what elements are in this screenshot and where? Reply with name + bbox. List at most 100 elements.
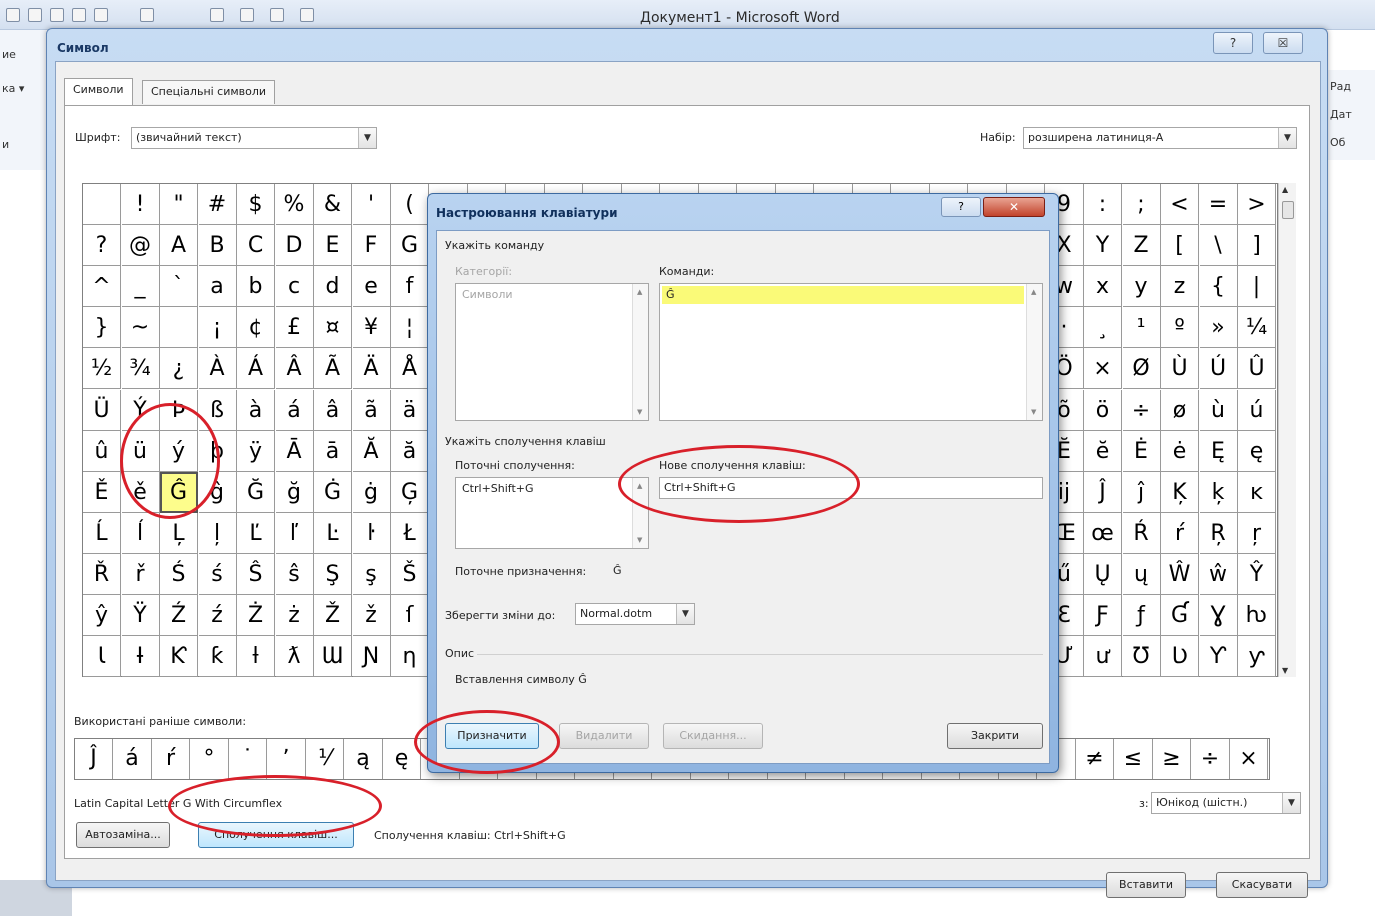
symbol-cell[interactable]: ų [1122,553,1161,595]
commands-list[interactable]: Ĝ ▲ ▼ [659,283,1043,421]
symbol-cell[interactable]: Ã [314,348,352,390]
tab-symbols[interactable]: Символи [64,78,133,106]
recent-symbol-cell[interactable]: ˙ [229,739,267,779]
symbol-cell[interactable]: ; [1122,184,1161,225]
grid-scrollbar[interactable]: ▲ ▼ [1278,183,1296,677]
save-icon[interactable] [6,8,20,22]
symbol-cell[interactable]: Ʊ [1122,636,1161,678]
list-item[interactable]: Ctrl+Shift+G [458,480,630,498]
symbol-cell[interactable]: Ä [352,348,391,390]
symbol-cell[interactable]: Ġ [314,471,352,513]
symbol-cell[interactable]: Ļ [160,512,198,554]
symbol-cell[interactable]: < [1161,184,1199,225]
symbol-cell[interactable]: Ɩ [83,636,121,678]
symbol-cell[interactable]: ƴ [1238,636,1276,678]
symbol-cell[interactable]: ' [352,184,391,225]
chevron-down-icon[interactable]: ▼ [358,128,376,148]
format-icon[interactable] [270,8,284,22]
symbol-cell[interactable]: ŷ [83,595,121,636]
symbol-cell[interactable]: Ŷ [1238,553,1276,595]
scroll-thumb[interactable] [1282,201,1294,219]
symbol-cell[interactable]: ž [352,595,391,636]
chevron-down-icon[interactable]: ▼ [1278,128,1296,148]
symbol-cell[interactable]: ( [391,184,429,225]
symbol-cell[interactable]: ú [1238,389,1276,431]
symbol-cell[interactable]: Š [391,553,429,595]
symbol-cell[interactable]: ö [1084,389,1122,431]
tab-special-characters[interactable]: Спеціальні символи [142,80,276,104]
close-dialog-button[interactable]: Закрити [947,723,1043,749]
symbol-cell[interactable]: Ź [160,595,198,636]
customize-qat-icon[interactable] [300,8,314,22]
symbol-cell[interactable]: > [1238,184,1276,225]
symbol-cell[interactable]: Ś [160,553,198,595]
symbol-cell[interactable]: ! [121,184,160,225]
close-button[interactable]: ☒ [1263,32,1303,54]
list-item[interactable]: Символи [458,286,630,304]
recent-symbol-cell[interactable]: ≤ [1115,739,1153,779]
symbol-cell[interactable]: \ [1199,225,1238,267]
symbol-cell[interactable]: ż [275,595,314,636]
symbol-cell[interactable]: _ [121,266,160,308]
symbol-cell[interactable]: ƒ [1122,595,1161,636]
symbol-cell[interactable]: ¼ [1238,307,1276,349]
symbol-cell[interactable]: ¥ [352,307,391,349]
symbol-cell[interactable]: Ľ [237,512,275,554]
symbol-cell[interactable]: Ş [314,553,352,595]
symbol-cell[interactable]: £ [275,307,314,349]
symbol-cell[interactable]: Ü [83,389,121,431]
symbol-cell[interactable]: ? [83,225,121,267]
save-changes-select[interactable]: Normal.dotm ▼ [575,603,695,625]
close-button[interactable]: ✕ [983,197,1045,217]
symbol-cell[interactable]: Ÿ [121,595,160,636]
symbol-cell[interactable] [83,184,121,225]
symbol-cell[interactable]: } [83,307,121,349]
symbol-cell[interactable]: ſ [391,595,429,636]
list-scrollbar[interactable]: ▲ ▼ [632,284,648,420]
symbol-cell[interactable]: ¡ [198,307,237,349]
symbol-cell[interactable]: Ʋ [1161,636,1199,678]
symbol-cell[interactable]: Ă [352,430,391,472]
symbol-cell[interactable]: a [198,266,237,308]
symbol-cell[interactable]: Ģ [391,471,429,513]
symbol-cell[interactable]: Ɨ [121,636,160,678]
help-button[interactable]: ? [941,197,981,217]
symbol-cell[interactable]: | [1238,266,1276,308]
symbol-cell[interactable]: Ŵ [1161,553,1199,595]
spelling-icon[interactable] [240,8,254,22]
open-folder-icon[interactable] [28,8,42,22]
symbol-cell[interactable] [160,307,198,349]
ribbon-right-label[interactable]: Об [1330,136,1345,149]
symbol-cell[interactable]: Ƴ [1199,636,1238,678]
symbol-cell[interactable]: G [391,225,429,267]
symbol-cell[interactable]: ÿ [237,430,275,472]
cancel-button[interactable]: Скасувати [1216,872,1308,898]
ribbon-right-label[interactable]: Дат [1330,108,1352,121]
symbol-cell[interactable]: Ř [83,553,121,595]
chevron-down-icon[interactable]: ▼ [676,604,694,624]
picture-icon[interactable] [210,8,224,22]
symbol-cell[interactable]: Ŗ [1199,512,1238,554]
symbol-cell[interactable]: œ [1084,512,1122,554]
symbol-cell[interactable]: ` [160,266,198,308]
symbol-cell[interactable]: à [237,389,275,431]
symbol-cell[interactable]: : [1084,184,1122,225]
symbol-cell[interactable]: Ŝ [237,553,275,595]
insert-button[interactable]: Вставити [1106,872,1186,898]
symbol-cell[interactable]: ƛ [275,636,314,678]
code-from-select[interactable]: Юнікод (шістн.) ▼ [1151,792,1301,814]
ribbon-left-label[interactable]: ие [2,48,16,61]
recent-symbol-cell[interactable]: ≠ [1076,739,1114,779]
symbol-cell[interactable]: ] [1238,225,1276,267]
categories-list[interactable]: Символи ▲ ▼ [455,283,649,421]
symbol-cell[interactable]: ƕ [1238,595,1276,636]
symbol-cell[interactable]: Ĵ [1084,471,1122,513]
bullets-icon[interactable] [140,8,154,22]
list-scrollbar[interactable]: ▲ ▼ [1026,284,1042,420]
symbol-cell[interactable]: ę [1238,430,1276,472]
symbol-cell[interactable]: ¤ [314,307,352,349]
symbol-cell[interactable]: ƚ [237,636,275,678]
symbol-cell[interactable]: y [1122,266,1161,308]
symbol-cell[interactable]: & [314,184,352,225]
symbol-cell[interactable]: # [198,184,237,225]
